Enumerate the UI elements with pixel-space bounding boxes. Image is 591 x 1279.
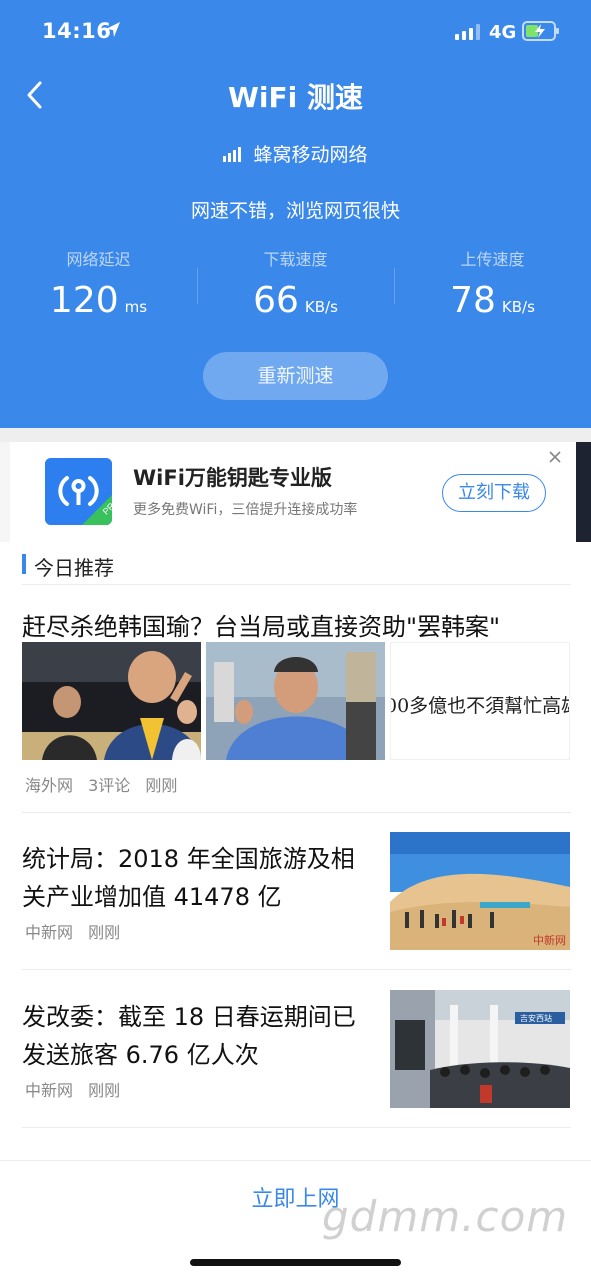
speed-test-header: 14:16 4G WiFi 测速 蜂窝移动网络 网速不错，浏览网页很快 网络延迟…: [0, 0, 591, 428]
news-source: 海外网: [25, 776, 74, 795]
news-source: 中新网: [25, 1081, 74, 1100]
news-time: 刚刚: [88, 1081, 121, 1100]
metric-download: 下载速度 66 KB/s: [197, 246, 394, 321]
ad-subtitle: 更多免费WiFi，三倍提升连接成功率: [133, 502, 358, 518]
home-indicator[interactable]: [190, 1259, 401, 1266]
close-icon[interactable]: [546, 448, 564, 466]
news-time: 刚刚: [88, 923, 121, 942]
news-thumbnail[interactable]: 中新网: [390, 832, 570, 950]
metric-latency: 网络延迟 120 ms: [0, 246, 197, 321]
metric-value: 78: [450, 280, 496, 321]
news-thumbnail[interactable]: [22, 642, 201, 760]
cellular-signal-icon: [455, 24, 480, 40]
metric-label: 网络延迟: [66, 250, 131, 269]
metric-upload: 上传速度 78 KB/s: [394, 246, 591, 321]
news-thumbnail[interactable]: [206, 642, 385, 760]
network-type: 4G: [489, 22, 517, 43]
ad-title: WiFi万能钥匙专业版: [133, 466, 332, 490]
network-name-text: 蜂窝移动网络: [253, 144, 368, 166]
speed-tip: 网速不错，浏览网页很快: [190, 200, 400, 222]
speed-metrics: 网络延迟 120 ms 下载速度 66 KB/s 上传速度 78 KB/s: [0, 246, 591, 326]
news-title[interactable]: 统计局：2018 年全国旅游及相关产业增加值 41478 亿: [22, 840, 372, 916]
section-accent-bar: [22, 554, 26, 574]
status-bar: 14:16 4G: [0, 0, 591, 64]
retest-button[interactable]: 重新测速: [203, 352, 388, 400]
news-comments: 3评论: [88, 776, 131, 795]
news-headline[interactable]: 赶尽杀绝韩国瑜？台当局或直接资助"罢韩案": [22, 607, 582, 642]
metric-value: 66: [253, 280, 299, 321]
battery-charging-icon: [522, 21, 559, 41]
section-header: 今日推荐: [22, 548, 571, 585]
news-time: 刚刚: [145, 776, 178, 795]
image-watermark: 中新网: [533, 933, 566, 947]
image-watermark: 吉安西站: [520, 1013, 552, 1023]
news-title[interactable]: 发改委：截至 18 日春运期间已发送旅客 6.76 亿人次: [22, 998, 372, 1074]
news-meta: 海外网 3评论 刚刚: [25, 772, 187, 796]
wifi-key-app-icon: PRO: [45, 458, 112, 525]
section-title: 今日推荐: [34, 556, 114, 580]
metric-unit: KB/s: [501, 298, 535, 316]
metric-label: 上传速度: [460, 250, 525, 269]
news-meta: 中新网 刚刚: [25, 919, 130, 943]
network-name: 蜂窝移动网络: [0, 140, 591, 167]
section-gap: [0, 428, 591, 442]
metric-value: 120: [49, 280, 119, 321]
news-source: 中新网: [25, 923, 74, 942]
watermark: gdmm.com: [322, 1192, 569, 1241]
divider: [22, 969, 571, 970]
metric-label: 下载速度: [263, 250, 328, 269]
metric-unit: KB/s: [304, 298, 338, 316]
news-thumbnail[interactable]: 吉安西站: [390, 990, 570, 1108]
divider: [22, 1127, 571, 1128]
signal-bars-icon: [223, 147, 242, 162]
download-button[interactable]: 立刻下载: [442, 474, 546, 512]
divider: [22, 812, 571, 813]
ad-edge: [576, 442, 591, 542]
status-time: 14:16: [42, 19, 112, 43]
page-title: WiFi 测速: [228, 81, 363, 114]
metric-unit: ms: [124, 298, 148, 316]
ad-banner[interactable]: PRO WiFi万能钥匙专业版 更多免费WiFi，三倍提升连接成功率 立刻下载: [0, 442, 591, 542]
news-meta: 中新网 刚刚: [25, 1077, 130, 1101]
location-arrow-icon: [106, 22, 120, 37]
ad-edge: [0, 442, 10, 542]
thumbnail-caption: 00多億也不須幫忙高雄: [390, 695, 570, 717]
news-thumbnail[interactable]: 00多億也不須幫忙高雄: [390, 642, 570, 760]
